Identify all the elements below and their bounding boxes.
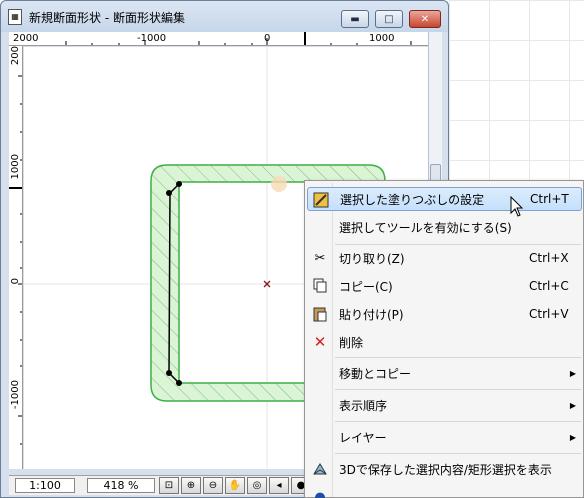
window-icon: ▦: [8, 9, 22, 25]
zoom-out-icon: ⊖: [208, 480, 218, 491]
menu-item-label: レイヤー: [339, 430, 387, 445]
menu-item-delete[interactable]: ✕ 削除: [307, 330, 582, 354]
vertex-handle[interactable]: [166, 370, 172, 376]
paste-icon: [311, 306, 329, 322]
ruler-left-label: -1000: [10, 380, 21, 410]
menu-item-cut[interactable]: ✂ 切り取り(Z) Ctrl+X: [307, 246, 582, 270]
menu-item-shortcut: Ctrl+V: [529, 307, 569, 321]
previous-view-icon: ◂: [276, 480, 282, 491]
window-title: 新規断面形状 - 断面形状編集: [29, 11, 185, 25]
context-menu: 選択した塗りつぶしの設定 Ctrl+T 選択してツールを有効にする(S) ✂ 切…: [304, 180, 584, 498]
zoom-fit-icon: ⊡: [164, 480, 174, 491]
menu-item-shortcut: Ctrl+C: [529, 279, 569, 293]
menu-item-label: 表示順序: [339, 398, 388, 413]
scale-field[interactable]: 1:100: [15, 478, 75, 493]
3d-view-icon: [311, 461, 329, 477]
menu-item-label: 移動とコピー: [339, 366, 412, 381]
vertex-handle[interactable]: [166, 190, 172, 196]
zoom-field[interactable]: 418 %: [87, 478, 155, 493]
vertex-handle[interactable]: [176, 181, 182, 187]
menu-item-partial[interactable]: ●: [307, 487, 582, 498]
menu-item-label: 選択してツールを有効にする(S): [339, 220, 512, 235]
menu-separator: [335, 421, 581, 422]
maximize-icon: □: [384, 13, 394, 25]
menu-item-paste[interactable]: 貼り付け(P) Ctrl+V: [307, 302, 582, 326]
title-bar[interactable]: ▦ 新規断面形状 - 断面形状編集 ▬ □ ✕: [1, 1, 448, 32]
menu-item-layer[interactable]: レイヤー ▶: [307, 425, 582, 449]
delete-icon: ✕: [313, 333, 327, 351]
menu-item-shortcut: Ctrl+T: [530, 192, 569, 206]
menu-item-move-copy[interactable]: 移動とコピー ▶: [307, 361, 582, 385]
zoom-window-icon: ◎: [252, 480, 262, 491]
maximize-button[interactable]: □: [375, 10, 403, 28]
submenu-arrow-icon: ▶: [569, 368, 576, 378]
zoom-window-button[interactable]: ◎: [247, 477, 267, 494]
ruler-left-label: 1000: [10, 154, 21, 180]
ruler-top-label: 0: [264, 33, 271, 44]
zoom-in-button[interactable]: ⊕: [181, 477, 201, 494]
menu-separator: [335, 357, 581, 358]
scissors-icon: ✂: [314, 250, 326, 266]
menu-item-copy[interactable]: コピー(C) Ctrl+C: [307, 274, 582, 298]
vertex-handle[interactable]: [176, 380, 182, 386]
pan-button[interactable]: ✋: [225, 477, 245, 494]
menu-item-label: 貼り付け(P): [339, 307, 404, 322]
ruler-left-label: 200: [10, 46, 21, 66]
minimize-button[interactable]: ▬: [341, 10, 369, 28]
menu-item-select-activate-tool[interactable]: 選択してツールを有効にする(S): [307, 215, 582, 239]
menu-separator: [335, 453, 581, 454]
ruler-top-label: 2000: [13, 33, 39, 44]
menu-item-show-3d-selection[interactable]: 3Dで保存した選択内容/矩形選択を表示: [307, 457, 582, 481]
menu-item-fill-settings[interactable]: 選択した塗りつぶしの設定 Ctrl+T: [307, 187, 582, 211]
menu-separator: [335, 389, 581, 390]
zoom-in-icon: ⊕: [186, 480, 196, 491]
previous-view-button[interactable]: ◂: [269, 477, 289, 494]
menu-item-label: 3Dで保存した選択内容/矩形選択を表示: [339, 462, 552, 477]
menu-item-label: 削除: [339, 335, 364, 350]
close-button[interactable]: ✕: [409, 10, 441, 28]
menu-item-label: 選択した塗りつぶしの設定: [340, 192, 485, 207]
menu-item-label: コピー(C): [339, 279, 393, 294]
copy-icon: [311, 278, 329, 294]
fill-settings-icon: [312, 192, 330, 208]
close-icon: ✕: [420, 13, 430, 25]
menu-separator: [335, 244, 581, 245]
ruler-left: 200 1000 0 -1000: [9, 46, 23, 469]
submenu-arrow-icon: ▶: [569, 432, 576, 442]
menu-item-shortcut: Ctrl+X: [529, 251, 569, 265]
submenu-arrow-icon: ▶: [569, 400, 576, 410]
mouse-cursor-icon: [510, 196, 524, 217]
hover-indicator: [271, 176, 287, 192]
ruler-top-label: 1000: [369, 33, 395, 44]
minimize-icon: ▬: [350, 13, 360, 25]
hand-icon: ✋: [228, 480, 242, 491]
ruler-top-ticks: [65, 32, 412, 45]
zoom-fit-button[interactable]: ⊡: [159, 477, 179, 494]
ruler-top: 2000 -1000 0 1000: [9, 32, 428, 46]
menu-item-display-order[interactable]: 表示順序 ▶: [307, 393, 582, 417]
ruler-left-label: 0: [10, 278, 21, 285]
menu-item-label: 切り取り(Z): [339, 251, 405, 266]
ruler-top-label: -1000: [137, 33, 167, 44]
zoom-out-button[interactable]: ⊖: [203, 477, 223, 494]
partial-item-icon: ●: [314, 489, 326, 498]
